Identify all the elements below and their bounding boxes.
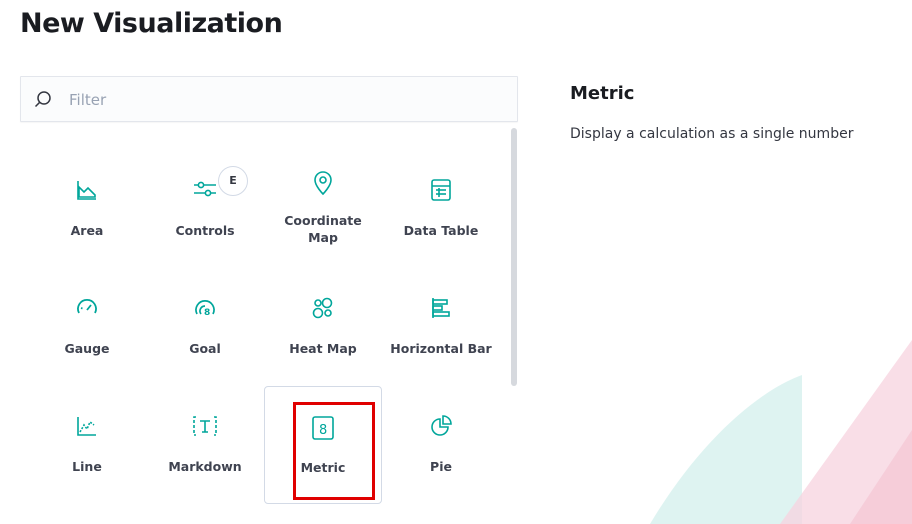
selection-highlight — [293, 402, 375, 500]
scrollbar[interactable] — [511, 128, 517, 386]
data-table-icon — [382, 178, 500, 204]
type-line[interactable]: Line — [28, 386, 146, 504]
svg-text:8: 8 — [204, 308, 210, 318]
type-data-table[interactable]: Data Table — [382, 150, 500, 268]
type-label: Goal — [189, 341, 221, 356]
type-gauge[interactable]: Gauge — [28, 268, 146, 386]
detail-title: Metric — [570, 83, 635, 104]
type-label: Gauge — [64, 341, 110, 356]
type-label: Coordinate Map — [284, 213, 362, 245]
filter-field[interactable] — [20, 76, 518, 122]
type-coordinate-map[interactable]: Coordinate Map — [264, 150, 382, 268]
area-chart-icon — [28, 178, 146, 204]
line-chart-icon — [28, 414, 146, 440]
heat-map-icon — [264, 296, 382, 322]
type-pie[interactable]: Pie — [382, 386, 500, 504]
experimental-badge: E — [218, 166, 248, 196]
detail-description: Display a calculation as a single number — [570, 126, 854, 142]
type-heat-map[interactable]: Heat Map — [264, 268, 382, 386]
map-pin-icon — [264, 170, 382, 196]
search-icon — [34, 90, 52, 112]
goal-icon: 8 — [146, 296, 264, 322]
page-title: New Visualization — [20, 8, 283, 39]
type-label: Area — [70, 223, 104, 238]
gauge-icon — [28, 296, 146, 322]
type-markdown[interactable]: Markdown — [146, 386, 264, 504]
type-label: Line — [72, 459, 102, 474]
type-goal[interactable]: 8 Goal — [146, 268, 264, 386]
type-label: Heat Map — [289, 341, 357, 356]
type-label: Pie — [430, 459, 452, 474]
type-label: Controls — [175, 223, 235, 238]
filter-input[interactable] — [67, 87, 491, 113]
type-label: Data Table — [403, 223, 479, 238]
type-label: Horizontal Bar — [390, 341, 492, 356]
markdown-icon — [146, 414, 264, 440]
type-horizontal-bar[interactable]: Horizontal Bar — [382, 268, 500, 386]
decorative-illustration — [650, 340, 912, 524]
type-area[interactable]: Area — [28, 150, 146, 268]
pie-chart-icon — [382, 414, 500, 440]
type-label: Markdown — [168, 459, 242, 474]
horizontal-bar-icon — [382, 296, 500, 322]
type-controls[interactable]: Controls — [146, 150, 264, 268]
